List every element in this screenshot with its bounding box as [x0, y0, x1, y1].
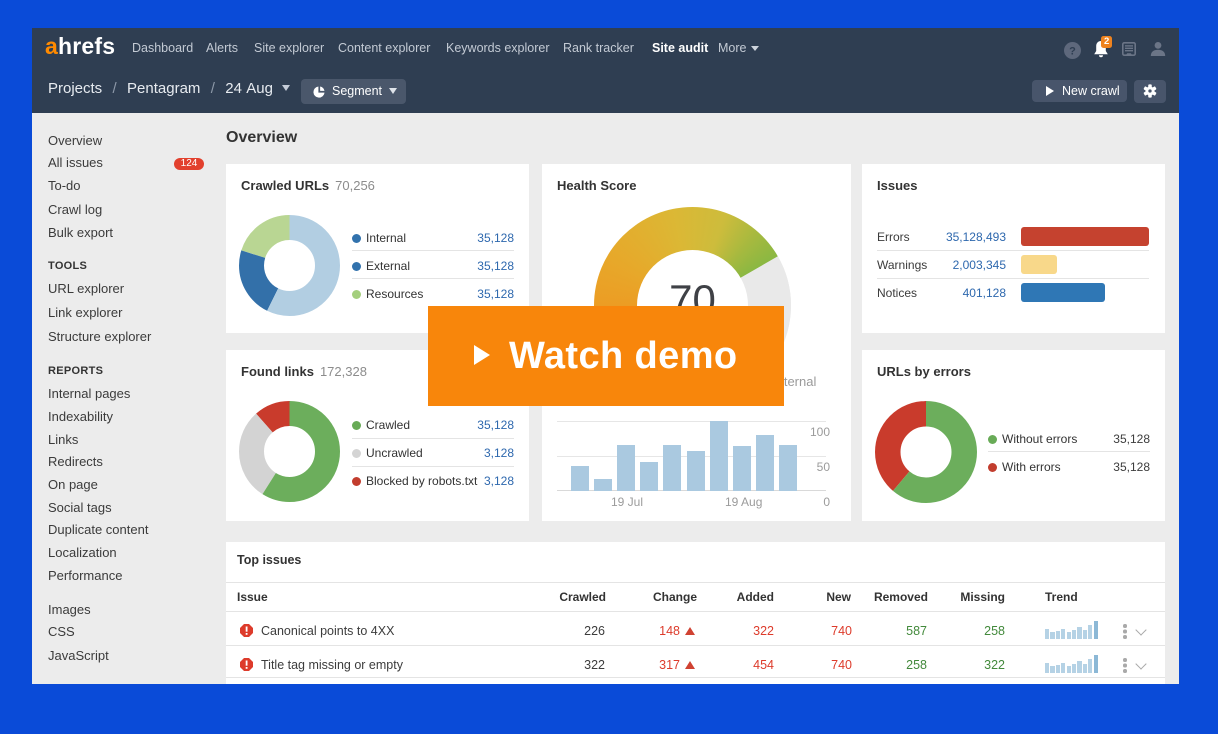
svg-text:?: ? — [1069, 46, 1076, 58]
